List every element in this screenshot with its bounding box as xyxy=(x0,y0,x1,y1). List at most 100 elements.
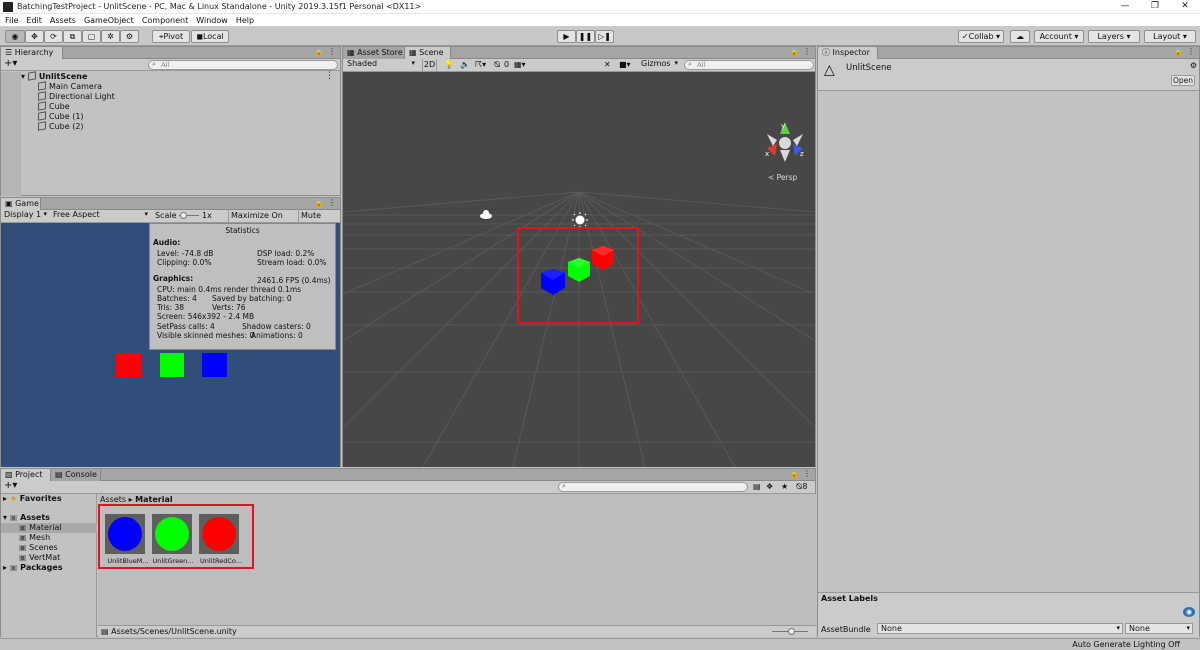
axis-x-label: x xyxy=(765,150,770,158)
variant-dropdown[interactable]: None xyxy=(1125,623,1193,634)
menu-window[interactable]: Window xyxy=(196,16,228,25)
shading-dropdown[interactable]: Shaded xyxy=(344,59,417,70)
visibility-icon[interactable]: ⦰ xyxy=(494,60,500,70)
lock-icon[interactable]: 🔒 xyxy=(1173,47,1183,56)
tab-scene[interactable]: ▦ Scene xyxy=(405,47,451,59)
step-button[interactable]: ▷❚ xyxy=(595,30,614,43)
minimize-icon[interactable]: — xyxy=(1110,0,1140,14)
rect-tool-icon[interactable]: ▢ xyxy=(82,30,101,43)
effects-icon[interactable]: ☈▾ xyxy=(475,60,486,69)
open-button[interactable]: Open xyxy=(1171,75,1195,86)
custom-tool-icon[interactable]: ⚙ xyxy=(120,30,139,43)
folder-item-vertmat[interactable]: ▣ VertMat xyxy=(19,553,96,563)
hierarchy-item[interactable]: Main Camera xyxy=(38,81,340,92)
hierarchy-search-input[interactable]: All xyxy=(148,60,338,70)
scene-blue-cube[interactable] xyxy=(541,269,565,295)
account-dropdown[interactable]: Account ▾ xyxy=(1034,30,1084,43)
game-view[interactable]: Statistics Audio: Level: -74.8 dB DSP lo… xyxy=(1,223,340,467)
inspector-settings-icon[interactable]: ⚙ xyxy=(1190,61,1197,70)
maximize-on-play-toggle[interactable]: Maximize On Play xyxy=(228,210,296,232)
pause-button[interactable]: ❚❚ xyxy=(576,30,595,43)
menu-component[interactable]: Component xyxy=(142,16,188,25)
play-button[interactable]: ▶ xyxy=(557,30,576,43)
cloud-icon[interactable]: ☁ xyxy=(1010,30,1030,43)
gizmos-dropdown[interactable]: Gizmos xyxy=(638,59,680,70)
close-icon[interactable]: ✕ xyxy=(1170,0,1200,14)
tab-inspector[interactable]: ⓘ Inspector xyxy=(818,47,878,59)
packages-node[interactable]: ▸ ▣ Packages xyxy=(3,563,96,573)
pivot-button[interactable]: ⌖Pivot xyxy=(152,30,190,43)
audio-icon[interactable]: 🔈 xyxy=(460,60,470,69)
tools-icon[interactable]: ✕ xyxy=(604,60,611,69)
panel-menu-icon[interactable]: ⋮ xyxy=(803,47,811,56)
layout-dropdown[interactable]: Layout ▾ xyxy=(1144,30,1196,43)
aspect-dropdown[interactable]: Free Aspect xyxy=(50,210,150,221)
breadcrumb-assets[interactable]: Assets xyxy=(100,495,126,504)
rotate-tool-icon[interactable]: ⟳ xyxy=(44,30,63,43)
menu-file[interactable]: File xyxy=(5,16,18,25)
assetbundle-dropdown[interactable]: None xyxy=(877,623,1123,634)
search-by-type-icon[interactable]: ▤ xyxy=(753,482,761,491)
panel-menu-icon[interactable]: ⋮ xyxy=(328,198,336,207)
menu-edit[interactable]: Edit xyxy=(26,16,42,25)
lock-icon[interactable]: 🔒 xyxy=(789,469,799,478)
hand-tool-icon[interactable]: ◉ xyxy=(5,30,25,43)
hierarchy-item[interactable]: Cube (1) xyxy=(38,111,340,122)
menu-assets[interactable]: Assets xyxy=(50,16,76,25)
label-tag-icon[interactable]: ◉ xyxy=(1183,607,1195,617)
folder-item-mesh[interactable]: ▣ Mesh xyxy=(19,533,96,543)
hierarchy-item[interactable]: Directional Light xyxy=(38,91,340,102)
lock-icon[interactable]: 🔒 xyxy=(789,47,799,56)
search-by-label-icon[interactable]: ❖ xyxy=(766,482,773,491)
project-search-input[interactable] xyxy=(558,482,748,492)
scene-search-input[interactable]: All xyxy=(684,60,814,70)
hierarchy-item[interactable]: Cube (2) xyxy=(38,121,340,132)
scene-toolbar: Shaded 2D 💡 🔈 ☈▾ ⦰ 0 ▦▾ ✕ ■▾ Gizmos All xyxy=(343,59,815,72)
menu-help[interactable]: Help xyxy=(236,16,254,25)
collab-button[interactable]: ✓Collab ▾ xyxy=(958,30,1004,43)
scene-view[interactable]: y x z < Persp xyxy=(343,72,815,467)
panel-menu-icon[interactable]: ⋮ xyxy=(803,469,811,478)
menu-gameobject[interactable]: GameObject xyxy=(84,16,134,25)
lock-icon[interactable]: 🔒 xyxy=(314,198,324,207)
mute-audio-toggle[interactable]: Mute Audio xyxy=(298,210,341,232)
folder-item-material[interactable]: ▣ Material xyxy=(1,523,97,533)
transform-tool-icon[interactable]: ✲ xyxy=(101,30,120,43)
favorite-star-icon[interactable]: ★ xyxy=(781,482,788,491)
lighting-icon[interactable]: 💡 xyxy=(444,60,454,69)
panel-menu-icon[interactable]: ⋮ xyxy=(1187,47,1195,56)
favorites-node[interactable]: ▸ ★ Favorites xyxy=(3,494,96,504)
thumbnail-size-slider[interactable] xyxy=(788,628,795,635)
scene-red-cube[interactable] xyxy=(592,246,614,270)
breadcrumb-material[interactable]: Material xyxy=(135,495,172,504)
maximize-icon[interactable]: ❐ xyxy=(1140,0,1170,14)
status-text[interactable]: Auto Generate Lighting Off xyxy=(1072,640,1180,649)
scene-menu-icon[interactable]: ⋮ xyxy=(325,71,334,81)
title-bar: BatchingTestProject - UnlitScene - PC, M… xyxy=(0,0,1200,14)
lock-icon[interactable]: 🔒 xyxy=(314,47,324,56)
tab-game[interactable]: ▣ Game xyxy=(1,198,41,210)
asset-labels-header[interactable]: Asset Labels xyxy=(818,592,1199,604)
persp-toggle[interactable]: < Persp xyxy=(768,173,797,182)
hierarchy-item[interactable]: Cube xyxy=(38,101,340,112)
camera-icon[interactable]: ■▾ xyxy=(619,60,631,69)
scene-green-cube[interactable] xyxy=(568,258,590,282)
scene-root[interactable]: ▾ UnlitScene xyxy=(21,71,340,82)
stats-graphics-header: Graphics: xyxy=(153,274,194,283)
local-button[interactable]: ◼Local xyxy=(191,30,229,43)
tab-asset-store[interactable]: ▦ Asset Store xyxy=(343,47,405,59)
tab-console[interactable]: ▤ Console xyxy=(51,469,101,481)
panel-menu-icon[interactable]: ⋮ xyxy=(328,47,336,56)
create-plus-icon[interactable]: +▾ xyxy=(4,58,17,69)
grid-icon[interactable]: ▦▾ xyxy=(514,60,526,69)
display-dropdown[interactable]: Display 1 xyxy=(1,210,49,221)
layers-dropdown[interactable]: Layers ▾ xyxy=(1088,30,1140,43)
create-plus-icon[interactable]: +▾ xyxy=(4,480,17,491)
folder-item-scenes[interactable]: ▣ Scenes xyxy=(19,543,96,553)
scale-tool-icon[interactable]: ⧉ xyxy=(63,30,82,43)
assets-node[interactable]: ▾ ▣ Assets xyxy=(3,513,96,523)
scale-slider-handle[interactable] xyxy=(180,212,187,219)
move-tool-icon[interactable]: ✥ xyxy=(25,30,44,43)
hidden-packages-icon[interactable]: ⦰8 xyxy=(796,482,808,492)
mode-2d-toggle[interactable]: 2D xyxy=(422,59,437,71)
